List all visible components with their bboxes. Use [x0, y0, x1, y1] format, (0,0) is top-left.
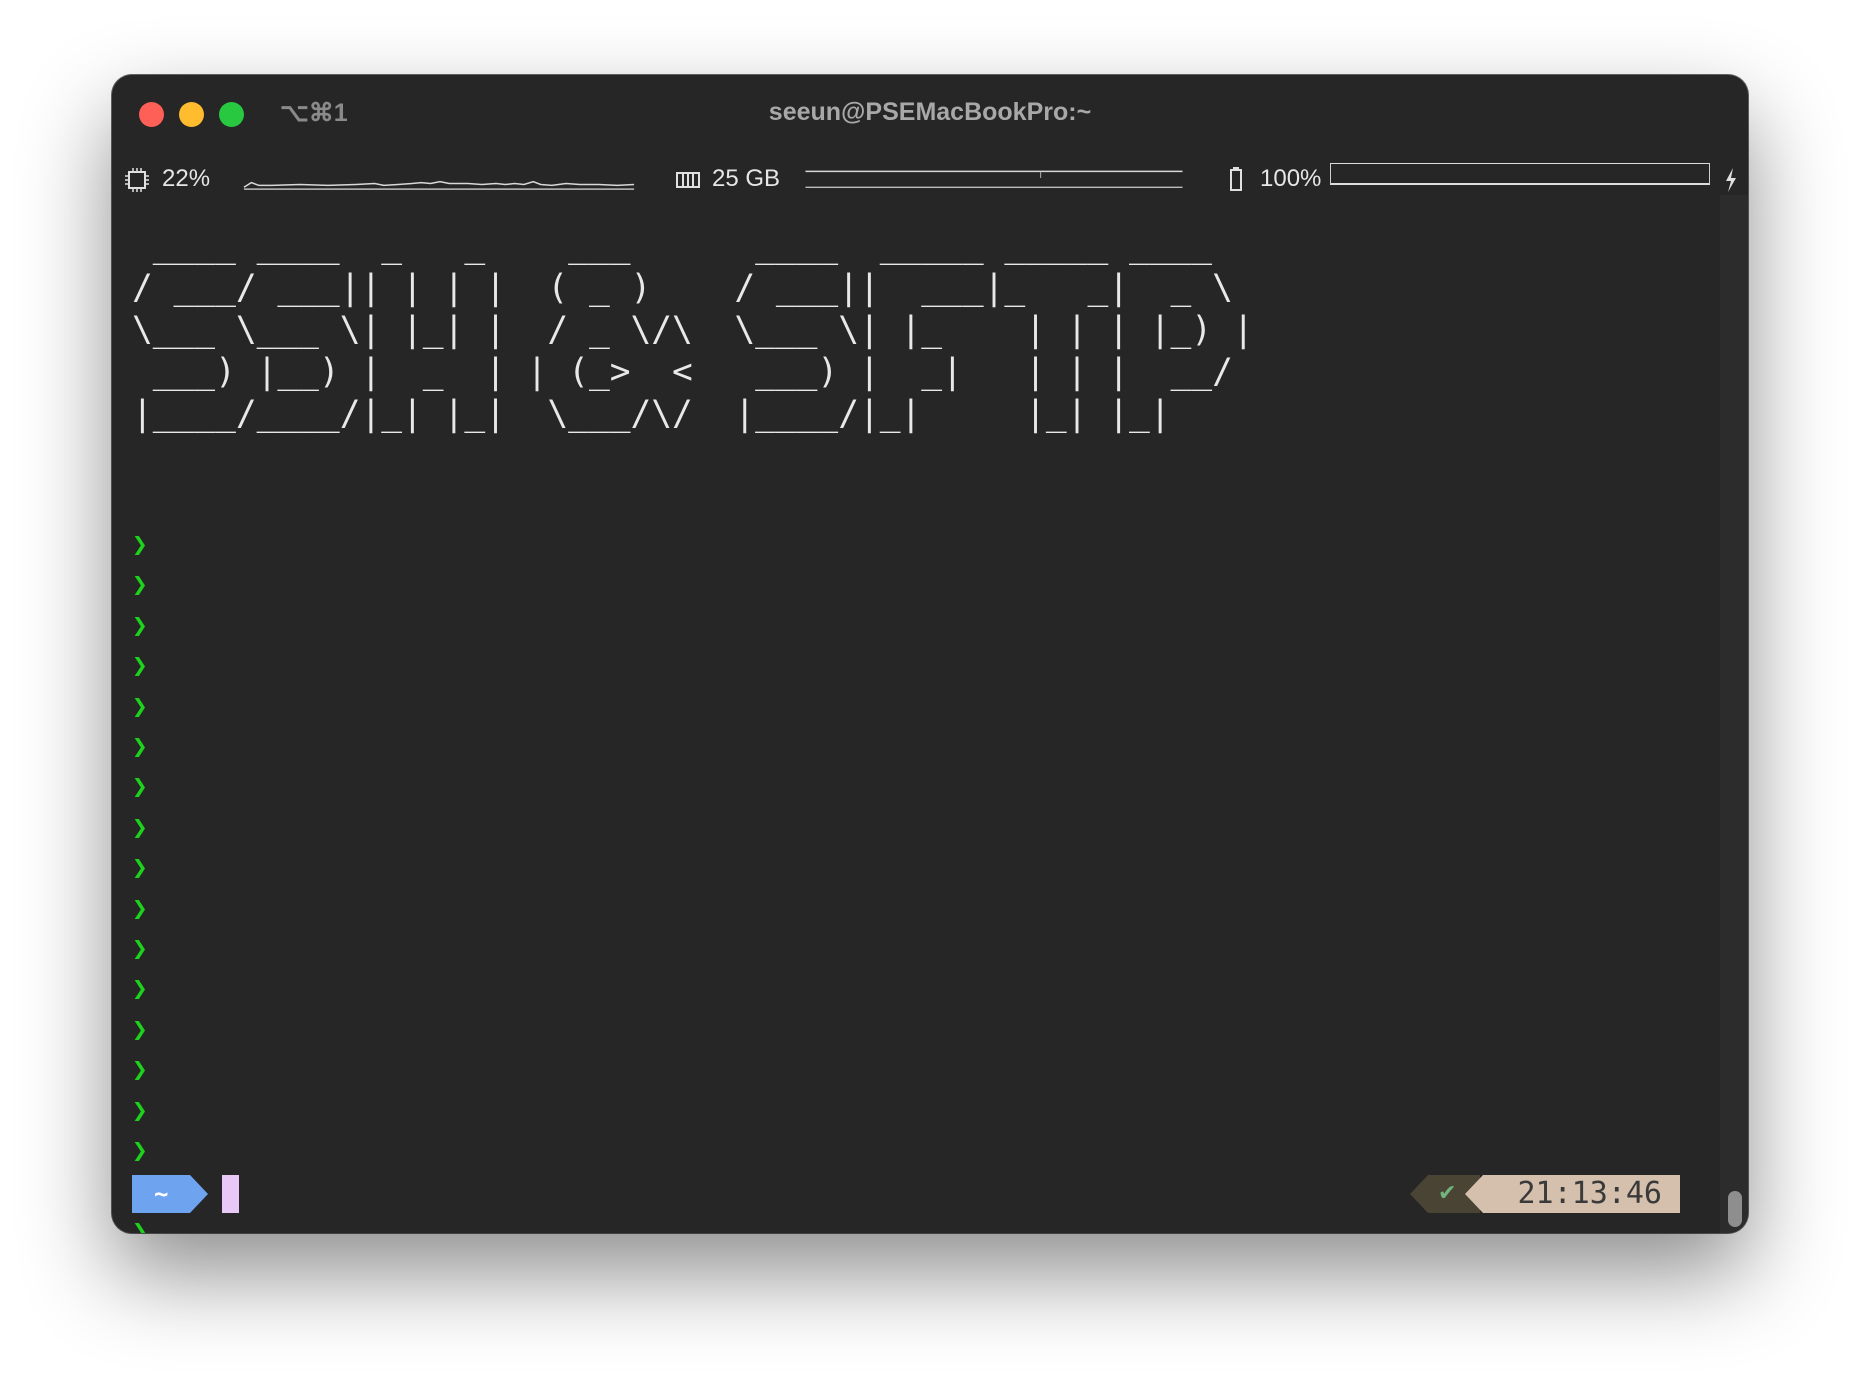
text-cursor: [222, 1175, 239, 1213]
prompt-line: ❯: [132, 1055, 148, 1086]
prompt-line: ❯: [132, 570, 148, 601]
terminal-content[interactable]: ____ ____ _ _ ___ ____ _____ _____ ____ …: [132, 225, 1708, 1233]
prompt-line: ❯: [132, 1095, 148, 1126]
title-bar: ⌥⌘1 seeun@PSEMacBookPro:~: [112, 75, 1748, 155]
cpu-usage-graph: [243, 180, 635, 190]
battery-icon: [1229, 166, 1243, 199]
prompt-line: ❯: [132, 530, 148, 560]
prompt-line: ❯: [132, 853, 148, 884]
terminal-window: ⌥⌘1 seeun@PSEMacBookPro:~ 22% 25 GB 100%…: [112, 75, 1748, 1233]
prompt-line: ❯: [132, 812, 148, 843]
directory-segment: ~: [132, 1175, 208, 1213]
ascii-banner-line: / ___/ ___|| | | | ( _ ) / ___|| ___|_ _…: [132, 268, 1254, 308]
ascii-banner-line: \___ \___ \| |_| | / _ \/\ \___ \| |_ | …: [132, 310, 1254, 350]
time-label: 21:13:46: [1517, 1176, 1663, 1211]
memory-icon: [675, 169, 701, 198]
ascii-banner-line: ___) |__) | _ | | (_> < ___) | _| | | | …: [132, 352, 1254, 392]
prompt-line: ❯: [132, 651, 148, 682]
battery-level-bar: [1330, 163, 1710, 185]
cpu-chip-icon: [124, 167, 150, 200]
memory-usage-graph: [805, 170, 1183, 188]
status-bar: 22% 25 GB 100%: [112, 155, 1748, 205]
ascii-banner-line: ____ ____ _ _ ___ ____ _____ _____ ____: [132, 226, 1254, 266]
memory-usage-label: 25 GB: [712, 165, 781, 192]
prompt-line: ❯: [132, 772, 148, 803]
prompt-line: ❯: [132, 1014, 148, 1045]
prompt-line: ❯: [132, 732, 148, 762]
ascii-banner: ____ ____ _ _ ___ ____ _____ _____ ____ …: [132, 225, 1254, 435]
prompt-line: ❯: [132, 974, 148, 1005]
current-directory-label: ~: [154, 1180, 168, 1208]
scroll-thumb[interactable]: [1728, 1191, 1742, 1227]
prompt-line: ❯: [132, 610, 148, 641]
prompt-line: ❯: [132, 691, 148, 722]
battery-level-label: 100%: [1260, 165, 1322, 192]
prompt-line: ❯: [132, 893, 148, 924]
ascii-banner-line: |____/____/|_| |_| \___/\/ |____/|_| |_|…: [132, 394, 1254, 434]
prompt-line: ❯: [132, 934, 148, 964]
cpu-usage-label: 22%: [162, 165, 211, 192]
window-title: seeun@PSEMacBookPro:~: [768, 98, 1092, 126]
scrollbar[interactable]: [1720, 195, 1748, 1233]
status-check-icon: ✔: [1438, 1181, 1457, 1206]
prompt-line: ❯: [132, 1216, 148, 1233]
prompt-line: ❯: [132, 1136, 148, 1166]
right-prompt: ✔ 21:13:46: [1410, 1175, 1680, 1213]
